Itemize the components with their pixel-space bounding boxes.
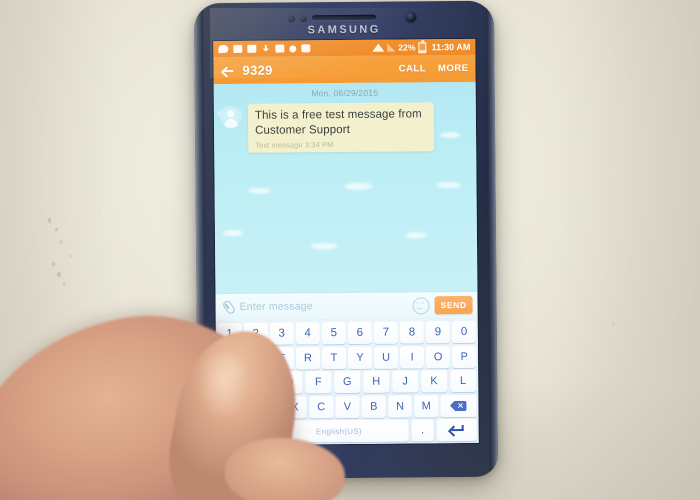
compose-bar: Enter message SEND bbox=[215, 290, 478, 321]
signal-icon bbox=[387, 43, 396, 52]
key-period[interactable]: . bbox=[411, 419, 435, 442]
message-icon bbox=[247, 44, 257, 53]
key-5[interactable]: 5 bbox=[321, 322, 346, 345]
key-k[interactable]: K bbox=[420, 370, 448, 393]
back-arrow-icon[interactable] bbox=[220, 63, 235, 78]
key-enter[interactable] bbox=[436, 418, 477, 442]
wall-mark bbox=[98, 212, 100, 214]
front-camera-icon bbox=[406, 12, 417, 23]
battery-icon bbox=[418, 41, 427, 53]
send-button[interactable]: SEND bbox=[434, 295, 473, 315]
key-i[interactable]: I bbox=[400, 345, 425, 369]
message-input[interactable]: Enter message bbox=[240, 299, 408, 313]
wall-mark bbox=[48, 218, 51, 223]
app-update-icon bbox=[275, 44, 285, 53]
key-3[interactable]: 3 bbox=[269, 322, 294, 345]
paperclip-icon[interactable] bbox=[218, 297, 238, 317]
status-bar-notification-icons bbox=[218, 44, 372, 54]
wifi-icon bbox=[372, 43, 385, 52]
wall-mark bbox=[55, 228, 58, 231]
sd-card-icon bbox=[233, 44, 243, 53]
key-r[interactable]: R bbox=[296, 346, 320, 369]
key-o[interactable]: O bbox=[426, 345, 451, 368]
status-bar: 22% 11:30 AM bbox=[213, 38, 476, 58]
app-bar: 9329 CALL MORE bbox=[213, 54, 476, 85]
key-f[interactable]: F bbox=[304, 371, 332, 394]
wall-mark bbox=[60, 240, 62, 244]
key-l[interactable]: L bbox=[449, 369, 477, 393]
download-icon bbox=[261, 45, 270, 53]
enter-icon bbox=[448, 424, 464, 437]
key-4[interactable]: 4 bbox=[295, 322, 320, 345]
cloud-decoration bbox=[222, 229, 243, 237]
key-h[interactable]: H bbox=[362, 370, 390, 393]
key-v[interactable]: V bbox=[335, 395, 360, 418]
key-u[interactable]: U bbox=[374, 346, 398, 369]
backspace-icon bbox=[451, 400, 466, 410]
cloud-decoration bbox=[436, 181, 461, 189]
key-6[interactable]: 6 bbox=[347, 321, 372, 344]
wall-mark bbox=[612, 322, 615, 325]
wall-mark bbox=[70, 255, 72, 257]
cloud-decoration bbox=[311, 243, 338, 250]
message-row[interactable]: This is a free test message from Custome… bbox=[214, 97, 476, 153]
wall-mark bbox=[63, 282, 65, 285]
key-backspace[interactable] bbox=[440, 394, 477, 417]
conversation-thread[interactable]: Mon, 06/29/2015 This is a free test mess… bbox=[213, 81, 478, 294]
key-n[interactable]: N bbox=[388, 394, 413, 418]
key-j[interactable]: J bbox=[391, 370, 419, 393]
wall-mark bbox=[57, 272, 61, 277]
proximity-sensor-icon bbox=[300, 15, 308, 23]
emoji-icon[interactable] bbox=[412, 296, 430, 314]
call-button[interactable]: CALL bbox=[399, 63, 426, 74]
earpiece-speaker-icon bbox=[312, 14, 377, 21]
message-text: This is a free test message from Custome… bbox=[254, 108, 422, 137]
photo-scene: SAMSUNG 22% 11:30 AM 9329 CALL MORE Mon,… bbox=[0, 0, 700, 500]
status-bar-system-icons: 22% 11:30 AM bbox=[372, 41, 470, 53]
key-9[interactable]: 9 bbox=[426, 321, 450, 344]
cloud-decoration bbox=[248, 187, 271, 194]
key-0[interactable]: 0 bbox=[452, 320, 476, 344]
cloud-icon bbox=[289, 44, 297, 52]
key-y[interactable]: Y bbox=[348, 346, 372, 369]
key-7[interactable]: 7 bbox=[374, 321, 398, 344]
more-button[interactable]: MORE bbox=[438, 63, 469, 74]
battery-percent: 22% bbox=[398, 42, 416, 53]
key-p[interactable]: P bbox=[452, 345, 477, 368]
cloud-decoration bbox=[404, 232, 427, 239]
status-bar-clock: 11:30 AM bbox=[431, 41, 471, 53]
key-m[interactable]: M bbox=[414, 394, 439, 417]
sim-card-icon bbox=[218, 45, 229, 54]
key-t[interactable]: T bbox=[322, 346, 346, 369]
key-c[interactable]: C bbox=[309, 395, 334, 418]
wall-mark bbox=[52, 262, 55, 266]
proximity-sensor-icon bbox=[288, 15, 296, 23]
key-8[interactable]: 8 bbox=[400, 321, 424, 344]
key-g[interactable]: G bbox=[333, 370, 361, 394]
conversation-title: 9329 bbox=[242, 62, 273, 78]
samsung-logo: SAMSUNG bbox=[307, 23, 381, 37]
contact-icon bbox=[301, 44, 311, 53]
contact-avatar-icon bbox=[219, 105, 243, 129]
message-bubble[interactable]: This is a free test message from Custome… bbox=[247, 102, 435, 153]
key-b[interactable]: B bbox=[361, 395, 386, 418]
cloud-decoration bbox=[344, 182, 373, 191]
finger-highlight bbox=[196, 352, 250, 422]
message-timestamp: Text message 3:34 PM bbox=[255, 140, 334, 150]
